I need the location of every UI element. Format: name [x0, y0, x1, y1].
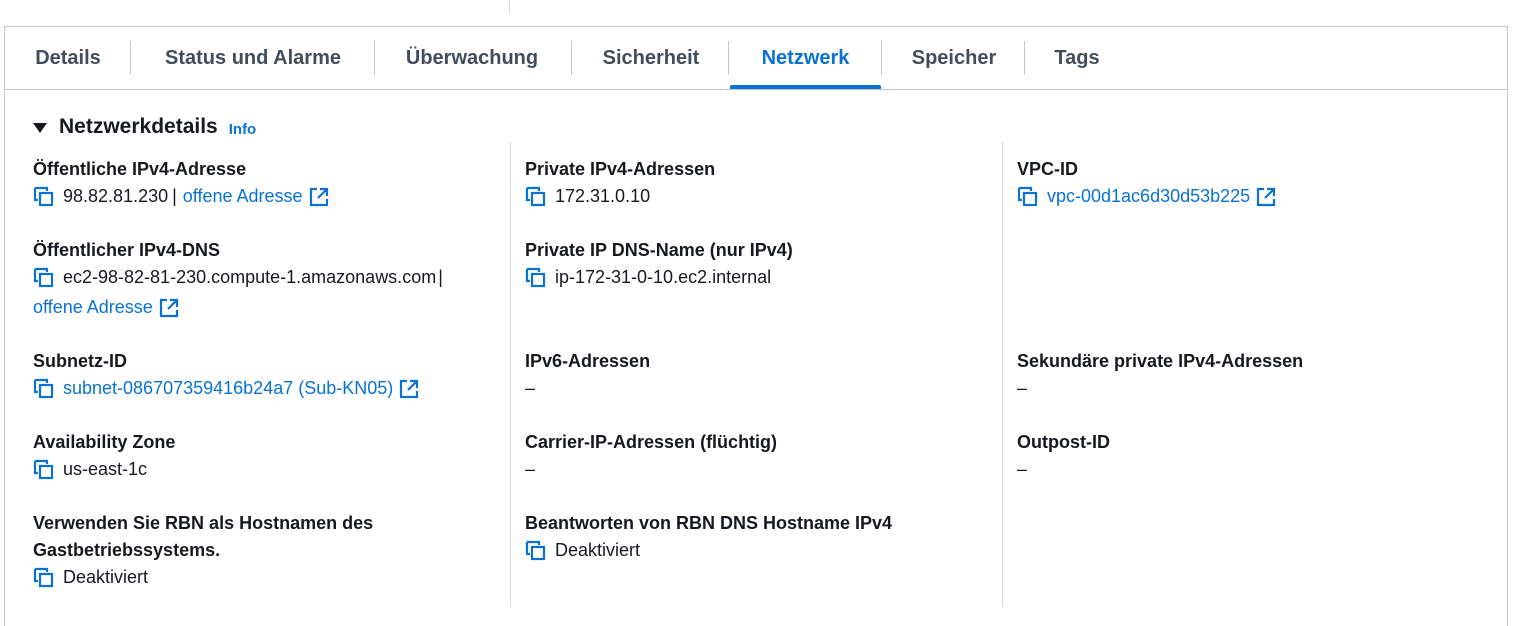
external-link-icon[interactable]: [309, 187, 329, 207]
tab-divider: [374, 41, 375, 75]
outpost-id-value: –: [1017, 459, 1028, 479]
field-label: Outpost-ID: [1017, 432, 1110, 452]
tab-status-alarms[interactable]: Status und Alarme: [155, 27, 351, 89]
copy-icon[interactable]: [33, 567, 55, 589]
public-dns-value: ec2-98-82-81-230.compute-1.amazonaws.com: [63, 267, 437, 287]
copy-icon[interactable]: [525, 540, 547, 562]
ipv6-value: –: [525, 378, 536, 398]
vpc-link[interactable]: vpc-00d1ac6d30d53b225: [1047, 183, 1250, 210]
tab-storage[interactable]: Speicher: [907, 27, 1001, 89]
tab-divider: [728, 41, 729, 75]
rbn-hostname-value: Deaktiviert: [63, 567, 149, 587]
copy-icon[interactable]: [33, 378, 55, 400]
rbn-dns-value: Deaktiviert: [555, 540, 641, 560]
info-link[interactable]: Info: [229, 121, 257, 138]
rbn-dns-field: Beantworten von RBN DNS Hostname IPv4 De…: [525, 510, 892, 564]
field-label: Öffentliche IPv4-Adresse: [33, 159, 247, 179]
field-value: ip-172-31-0-10.ec2.internal: [525, 264, 793, 291]
tab-network[interactable]: Netzwerk: [730, 27, 881, 89]
top-strip: [0, 0, 1516, 26]
private-dns-field: Private IP DNS-Name (nur IPv4) ip-172-31…: [525, 237, 793, 291]
tab-security[interactable]: Sicherheit: [597, 27, 705, 89]
field-value: subnet-086707359416b24a7 (Sub-KN05): [33, 375, 419, 402]
tab-divider: [571, 41, 572, 75]
field-label: Verwenden Sie RBN als Hostnamen des: [33, 513, 374, 533]
public-dns-field: Öffentlicher IPv4-DNS ec2-98-82-81-230.c…: [33, 237, 443, 321]
field-value: Deaktiviert: [33, 564, 373, 591]
tab-monitoring[interactable]: Überwachung: [399, 27, 545, 89]
top-divider: [509, 0, 510, 13]
section-title[interactable]: Netzwerkdetails: [59, 115, 218, 139]
copy-icon[interactable]: [33, 267, 55, 289]
field-label-continued: Gastbetriebssystems.: [33, 540, 221, 560]
field-value: vpc-00d1ac6d30d53b225: [1017, 183, 1276, 210]
tab-tags[interactable]: Tags: [1050, 27, 1104, 89]
copy-icon[interactable]: [33, 186, 55, 208]
copy-icon[interactable]: [1017, 186, 1039, 208]
instance-details-panel: Details Status und Alarme Überwachung Si…: [4, 26, 1508, 626]
availability-zone-value: us-east-1c: [63, 459, 148, 479]
column-divider: [510, 142, 511, 607]
field-value: –: [525, 375, 650, 402]
rbn-hostname-field: Verwenden Sie RBN als Hostnamen des Gast…: [33, 510, 373, 591]
caret-down-icon[interactable]: [33, 123, 47, 133]
column-divider: [1002, 142, 1003, 607]
private-ipv4-field: Private IPv4-Adressen 172.31.0.10: [525, 156, 715, 210]
availability-zone-field: Availability Zone us-east-1c: [33, 429, 175, 483]
field-value: Deaktiviert: [525, 537, 892, 564]
subnet-link[interactable]: subnet-086707359416b24a7 (Sub-KN05): [63, 375, 393, 402]
external-link-icon[interactable]: [399, 379, 419, 399]
field-label: Private IP DNS-Name (nur IPv4): [525, 240, 793, 260]
field-value: –: [1017, 456, 1110, 483]
tab-divider: [130, 41, 131, 75]
public-ipv4-field: Öffentliche IPv4-Adresse 98.82.81.230 | …: [33, 156, 329, 210]
carrier-ip-value: –: [525, 459, 536, 479]
open-address-link[interactable]: offene Adresse: [33, 294, 153, 321]
carrier-ip-field: Carrier-IP-Adressen (flüchtig) –: [525, 429, 777, 483]
public-ipv4-value: 98.82.81.230: [63, 186, 169, 206]
section-header: Netzwerkdetails Info: [33, 115, 256, 139]
field-value-continued: offene Adresse: [33, 294, 443, 321]
field-label: IPv6-Adressen: [525, 351, 651, 371]
tab-details[interactable]: Details: [33, 27, 103, 89]
separator: |: [172, 186, 177, 206]
external-link-icon[interactable]: [159, 298, 179, 318]
private-dns-value: ip-172-31-0-10.ec2.internal: [555, 267, 772, 287]
tab-divider: [1024, 41, 1025, 75]
field-value: 172.31.0.10: [525, 183, 715, 210]
field-label: Öffentlicher IPv4-DNS: [33, 240, 221, 260]
field-label: Availability Zone: [33, 432, 176, 452]
external-link-icon[interactable]: [1256, 187, 1276, 207]
field-label: Subnetz-ID: [33, 351, 127, 371]
field-label: Sekundäre private IPv4-Adressen: [1017, 351, 1304, 371]
open-address-link[interactable]: offene Adresse: [183, 183, 303, 210]
secondary-ipv4-field: Sekundäre private IPv4-Adressen –: [1017, 348, 1303, 402]
secondary-ipv4-value: –: [1017, 378, 1028, 398]
outpost-id-field: Outpost-ID –: [1017, 429, 1110, 483]
tab-divider: [881, 41, 882, 75]
copy-icon[interactable]: [525, 186, 547, 208]
field-value: 98.82.81.230 | offene Adresse: [33, 183, 329, 210]
private-ipv4-value: 172.31.0.10: [555, 186, 651, 206]
field-value: ec2-98-82-81-230.compute-1.amazonaws.com…: [33, 264, 443, 291]
field-value: us-east-1c: [33, 456, 175, 483]
vpc-id-field: VPC-ID vpc-00d1ac6d30d53b225: [1017, 156, 1276, 210]
ipv6-field: IPv6-Adressen –: [525, 348, 650, 402]
copy-icon[interactable]: [33, 459, 55, 481]
field-value: –: [1017, 375, 1303, 402]
copy-icon[interactable]: [525, 267, 547, 289]
separator: |: [438, 267, 443, 287]
field-value: –: [525, 456, 777, 483]
tab-bar: Details Status und Alarme Überwachung Si…: [5, 27, 1507, 90]
field-label: Private IPv4-Adressen: [525, 159, 716, 179]
field-label: Carrier-IP-Adressen (flüchtig): [525, 432, 778, 452]
subnet-id-field: Subnetz-ID subnet-086707359416b24a7 (Sub…: [33, 348, 419, 402]
field-label: Beantworten von RBN DNS Hostname IPv4: [525, 513, 893, 533]
field-label: VPC-ID: [1017, 159, 1079, 179]
